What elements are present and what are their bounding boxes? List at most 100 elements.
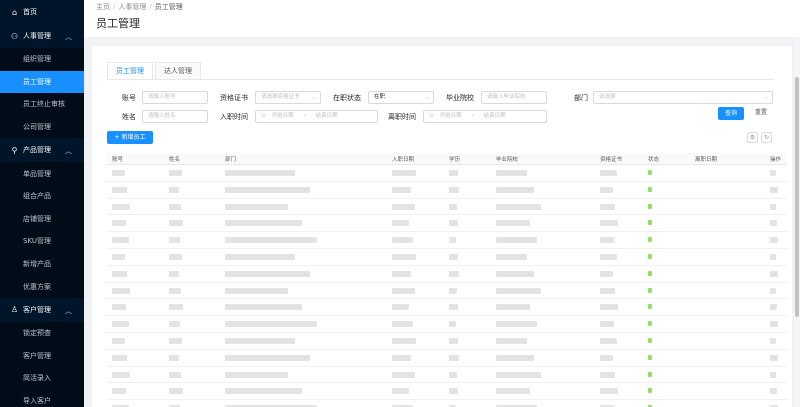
table-row[interactable] xyxy=(107,299,787,317)
status-indicator xyxy=(648,337,652,343)
table-row[interactable] xyxy=(107,383,787,401)
redacted-cell xyxy=(112,371,131,378)
dept-select[interactable]: 请选择 ⌵ xyxy=(593,91,773,104)
table-row[interactable] xyxy=(107,283,787,300)
redacted-cell xyxy=(225,186,310,193)
sidebar-item-label: 简活录入 xyxy=(23,374,51,383)
sidebar-group-label: 产品管理 xyxy=(23,146,51,155)
table-row[interactable] xyxy=(107,232,787,249)
sidebar-group-hr[interactable]: ⚇ 人事管理 ︿ xyxy=(0,24,84,48)
table-row[interactable] xyxy=(107,215,787,233)
tab-employee[interactable]: 员工管理 xyxy=(107,62,153,80)
sidebar-item-label: 客户管理 xyxy=(23,351,51,360)
redacted-cell xyxy=(496,186,534,193)
sidebar-item-employee[interactable]: 员工管理 xyxy=(0,70,84,94)
calendar-icon: ⊙ xyxy=(429,113,434,119)
join-date-range[interactable]: ⊙ 开始日期 - 结束日期 xyxy=(255,110,378,123)
table-row[interactable] xyxy=(107,249,787,266)
table-row[interactable] xyxy=(107,333,787,350)
redacted-cell xyxy=(392,371,415,378)
redacted-cell xyxy=(600,287,616,294)
table-row[interactable] xyxy=(107,316,787,333)
redacted-cell xyxy=(449,304,459,311)
page-scrollbar[interactable] xyxy=(794,37,800,407)
col-school: 毕业院校 xyxy=(496,157,519,163)
table-row[interactable] xyxy=(107,367,787,384)
redacted-cell xyxy=(392,203,415,210)
school-input[interactable]: 请输入毕业院校 xyxy=(481,91,547,104)
sidebar-item-new-product[interactable]: 新增产品 xyxy=(0,252,84,276)
sidebar-group-product[interactable]: ⚲ 产品管理 ︿ xyxy=(0,138,84,162)
settings-icon[interactable]: ⚙ xyxy=(747,132,758,143)
sidebar-item-bundle[interactable]: 组合产品 xyxy=(0,184,84,208)
redacted-cell xyxy=(770,203,776,210)
scrollbar-thumb[interactable] xyxy=(795,77,799,317)
redacted-cell xyxy=(449,321,456,328)
sidebar-item-single-product[interactable]: 单品管理 xyxy=(0,162,84,185)
table-row[interactable] xyxy=(107,165,787,182)
redacted-cell xyxy=(392,287,415,294)
sidebar-item-label: 优惠方案 xyxy=(23,282,51,291)
sidebar-item-store[interactable]: 店铺管理 xyxy=(0,207,84,231)
redacted-cell xyxy=(392,253,417,260)
status-indicator xyxy=(648,186,652,192)
chevron-down-icon: ⌵ xyxy=(424,94,429,101)
sidebar-item-lock-precheck[interactable]: 锁定预查 xyxy=(0,321,84,345)
sidebar-item-company[interactable]: 公司管理 xyxy=(0,115,84,139)
redacted-cell xyxy=(496,304,531,311)
table-row[interactable] xyxy=(107,182,787,199)
redacted-cell xyxy=(169,304,184,311)
redacted-cell xyxy=(225,371,288,378)
redacted-cell xyxy=(225,237,317,244)
sidebar-item-discount[interactable]: 优惠方案 xyxy=(0,275,84,298)
redacted-cell xyxy=(169,186,179,193)
status-select[interactable]: 在职 ⌵ xyxy=(368,91,434,104)
table-body xyxy=(107,165,787,407)
tab-talent[interactable]: 达人管理 xyxy=(155,62,201,80)
redacted-cell xyxy=(225,388,303,395)
sidebar-item-termination-review[interactable]: 员工终止审核 xyxy=(0,93,84,116)
redacted-cell xyxy=(392,304,409,311)
sidebar-item-entry[interactable]: 简活录入 xyxy=(0,367,84,390)
sidebar-item-customer[interactable]: 客户管理 xyxy=(0,344,84,368)
table-row[interactable] xyxy=(107,350,787,367)
redacted-cell xyxy=(449,270,460,277)
breadcrumb-home[interactable]: 主页 xyxy=(96,3,110,11)
redacted-cell xyxy=(496,220,531,227)
table-row[interactable] xyxy=(107,400,787,407)
redacted-cell xyxy=(225,337,296,344)
sidebar-item-org[interactable]: 组织管理 xyxy=(0,48,84,71)
sidebar-item-sku[interactable]: SKU管理 xyxy=(0,230,84,253)
add-employee-button[interactable]: + 新增员工 xyxy=(107,131,153,144)
account-input[interactable]: 请输入账号 xyxy=(142,91,208,104)
redacted-cell xyxy=(392,337,417,344)
sidebar-item-import[interactable]: 导入客户 xyxy=(0,389,84,407)
status-indicator xyxy=(648,321,652,327)
table-row[interactable] xyxy=(107,199,787,216)
product-icon: ⚲ xyxy=(11,145,18,155)
redacted-cell xyxy=(449,203,457,210)
sidebar-item-label: 员工终止审核 xyxy=(23,100,65,109)
table-row[interactable] xyxy=(107,266,787,283)
redacted-cell xyxy=(112,253,125,260)
sidebar-item-home[interactable]: ⌂ 首页 xyxy=(0,0,84,24)
leave-date-range[interactable]: ⊙ 开始日期 - 结束日期 xyxy=(423,110,547,123)
chevron-up-icon: ︿ xyxy=(65,306,72,315)
sidebar-item-label: 公司管理 xyxy=(23,123,51,132)
breadcrumb-parent[interactable]: 人事管理 xyxy=(118,3,146,11)
name-input[interactable]: 请输入姓名 xyxy=(142,110,208,123)
redacted-cell xyxy=(600,337,617,344)
refresh-icon[interactable]: ↻ xyxy=(761,132,772,143)
reset-button[interactable]: 重置 xyxy=(749,107,773,120)
redacted-cell xyxy=(496,388,531,395)
redacted-cell xyxy=(225,170,296,176)
account-label: 账号 xyxy=(122,94,136,102)
redacted-cell xyxy=(770,337,777,344)
redacted-cell xyxy=(112,287,131,294)
redacted-cell xyxy=(112,388,127,395)
redacted-cell xyxy=(770,186,778,193)
query-button[interactable]: 查询 xyxy=(718,107,744,120)
redacted-cell xyxy=(600,388,619,395)
cert-select[interactable]: 请选择资格证书 ⌵ xyxy=(255,91,321,104)
sidebar-group-customer[interactable]: ♙ 客户管理 ︿ xyxy=(0,298,84,322)
